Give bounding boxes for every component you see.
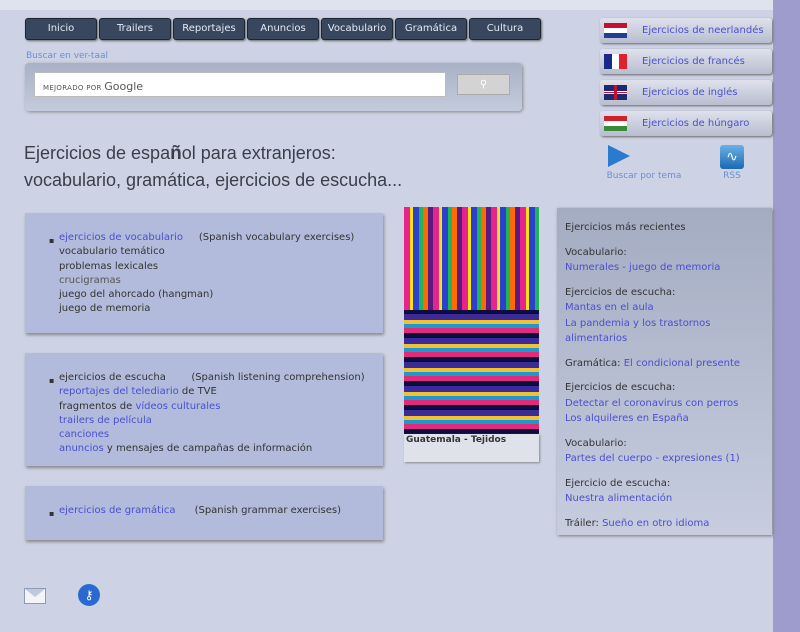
bullet: ▪: [49, 509, 55, 518]
title-part: ñ: [170, 143, 182, 164]
rss-label: RSS: [723, 171, 741, 181]
grammar-note: (Spanish grammar exercises): [194, 505, 342, 516]
search-input[interactable]: MEJORADO POR Google: [34, 72, 446, 97]
search-box: MEJORADO POR Google ⚲: [25, 63, 522, 111]
lang-english[interactable]: Ejercicios de inglés: [600, 80, 772, 105]
search-icon: ⚲: [479, 79, 488, 90]
vocab-link[interactable]: ejercicios de vocabulario: [59, 232, 183, 243]
rss-icon: ∿: [720, 145, 744, 169]
group-label: Ejercicios de escucha:: [565, 286, 676, 298]
recent-exercises: Ejercicios más recientes Vocabulario: Num…: [557, 208, 772, 535]
page-title: Ejercicios de español para extranjeros: …: [24, 140, 402, 193]
nav-gramatica[interactable]: Gramática: [395, 18, 467, 40]
search-button[interactable]: ⚲: [457, 74, 510, 95]
topic-label: Buscar por tema: [606, 171, 682, 181]
text: y mensajes de campañas de información: [103, 443, 313, 455]
text: fragmentos de: [59, 400, 136, 412]
group-label: Vocabulario:: [565, 246, 627, 258]
rss-link[interactable]: ∿ RSS: [715, 145, 749, 181]
group-label: Tráiler:: [565, 517, 603, 529]
title-part: Ejercicios de espa: [24, 143, 171, 163]
search-label: Buscar en ver-taal: [26, 51, 108, 61]
language-links: Ejercicios de neerlandés Ejercicios de f…: [600, 18, 772, 142]
grammar-box: ▪ ejercicios de gramática (Spanish gramm…: [25, 486, 383, 540]
nav-vocabulario[interactable]: Vocabulario: [321, 18, 393, 40]
topic-link[interactable]: Buscar por tema: [604, 145, 684, 181]
vocab-item[interactable]: juego de memoria: [59, 302, 383, 316]
nav-reportajes[interactable]: Reportajes: [173, 18, 245, 40]
recent-link[interactable]: Numerales - juego de memoria: [565, 262, 720, 273]
bullet: ▪: [49, 376, 55, 385]
lang-french[interactable]: Ejercicios de francés: [600, 49, 772, 74]
title-line2: vocabulario, gramática, ejercicios de es…: [24, 170, 403, 190]
listening-box: ▪ ejercicios de escucha (Spanish listeni…: [25, 353, 383, 466]
recent-link[interactable]: Nuestra alimentación: [565, 493, 672, 504]
vocab-item[interactable]: vocabulario temático: [59, 245, 383, 259]
vocab-item[interactable]: problemas lexicales: [59, 260, 383, 274]
placeholder-small: MEJORADO POR: [43, 84, 102, 92]
nav-trailers[interactable]: Trailers: [99, 18, 171, 40]
text: de TVE: [178, 386, 217, 398]
lang-hungarian[interactable]: Ejercicios de húngaro: [600, 111, 772, 136]
group-label: Gramática:: [565, 357, 624, 369]
nav-anuncios[interactable]: Anuncios: [247, 18, 319, 40]
grammar-link[interactable]: ejercicios de gramática: [59, 505, 176, 516]
main-nav: Inicio Trailers Reportajes Anuncios Voca…: [25, 18, 541, 40]
textile-image-lower: [404, 310, 539, 434]
nav-inicio[interactable]: Inicio: [25, 18, 97, 40]
group-label: Ejercicio de escucha:: [565, 477, 671, 489]
lang-label: Ejercicios de francés: [642, 56, 745, 67]
lang-label: Ejercicios de inglés: [642, 87, 738, 98]
key-icon[interactable]: ⚷: [78, 584, 100, 606]
recent-link[interactable]: Mantas en el aula: [565, 302, 654, 313]
lang-label: Ejercicios de húngaro: [642, 118, 750, 129]
lang-dutch[interactable]: Ejercicios de neerlandés: [600, 18, 772, 43]
group-label: Vocabulario:: [565, 437, 627, 449]
google-brand: Google: [104, 80, 144, 93]
vocab-item[interactable]: juego del ahorcado (hangman): [59, 288, 383, 302]
group-label: Ejercicios de escucha:: [565, 382, 676, 393]
nav-cultura[interactable]: Cultura: [469, 18, 541, 40]
flag-fr-icon: [604, 54, 628, 69]
flag-hu-icon: [604, 116, 627, 131]
arrow-right-icon: [608, 145, 630, 167]
trailers-link[interactable]: trailers de película: [59, 415, 152, 426]
vocab-box: ▪ ejercicios de vocabulario (Spanish voc…: [25, 213, 383, 333]
recent-link[interactable]: Partes del cuerpo - expresiones (1): [565, 453, 740, 464]
anuncios-link[interactable]: anuncios: [59, 443, 104, 454]
recent-link[interactable]: Sueño en otro idioma: [602, 518, 709, 529]
image-caption: Guatemala - Tejidos: [404, 434, 539, 462]
recent-link[interactable]: Los alquileres en España: [565, 413, 689, 424]
canciones-link[interactable]: canciones: [59, 429, 109, 440]
envelope-icon[interactable]: [24, 588, 46, 604]
recent-title: Ejercicios más recientes: [565, 222, 686, 233]
title-part: ol para extranjeros:: [181, 143, 336, 163]
videos-link[interactable]: vídeos culturales: [135, 401, 220, 412]
flag-gb-icon: [604, 85, 627, 100]
recent-link[interactable]: Detectar el coronavirus con perros: [565, 398, 738, 409]
listen-head: ejercicios de escucha: [59, 372, 166, 383]
bullet: ▪: [49, 236, 55, 245]
vocab-item[interactable]: crucigramas: [59, 274, 383, 288]
right-strip: [773, 0, 800, 632]
recent-link[interactable]: El condicional presente: [624, 358, 740, 369]
listen-note: (Spanish listening comprehension): [191, 372, 365, 383]
vocab-note: (Spanish vocabulary exercises): [198, 232, 355, 243]
recent-link[interactable]: La pandemia y los trastornos alimentario…: [565, 318, 710, 345]
telediario-link[interactable]: reportajes del telediario: [59, 386, 179, 397]
lang-label: Ejercicios de neerlandés: [642, 25, 764, 36]
flag-nl-icon: [604, 23, 627, 38]
top-band: [0, 0, 773, 10]
